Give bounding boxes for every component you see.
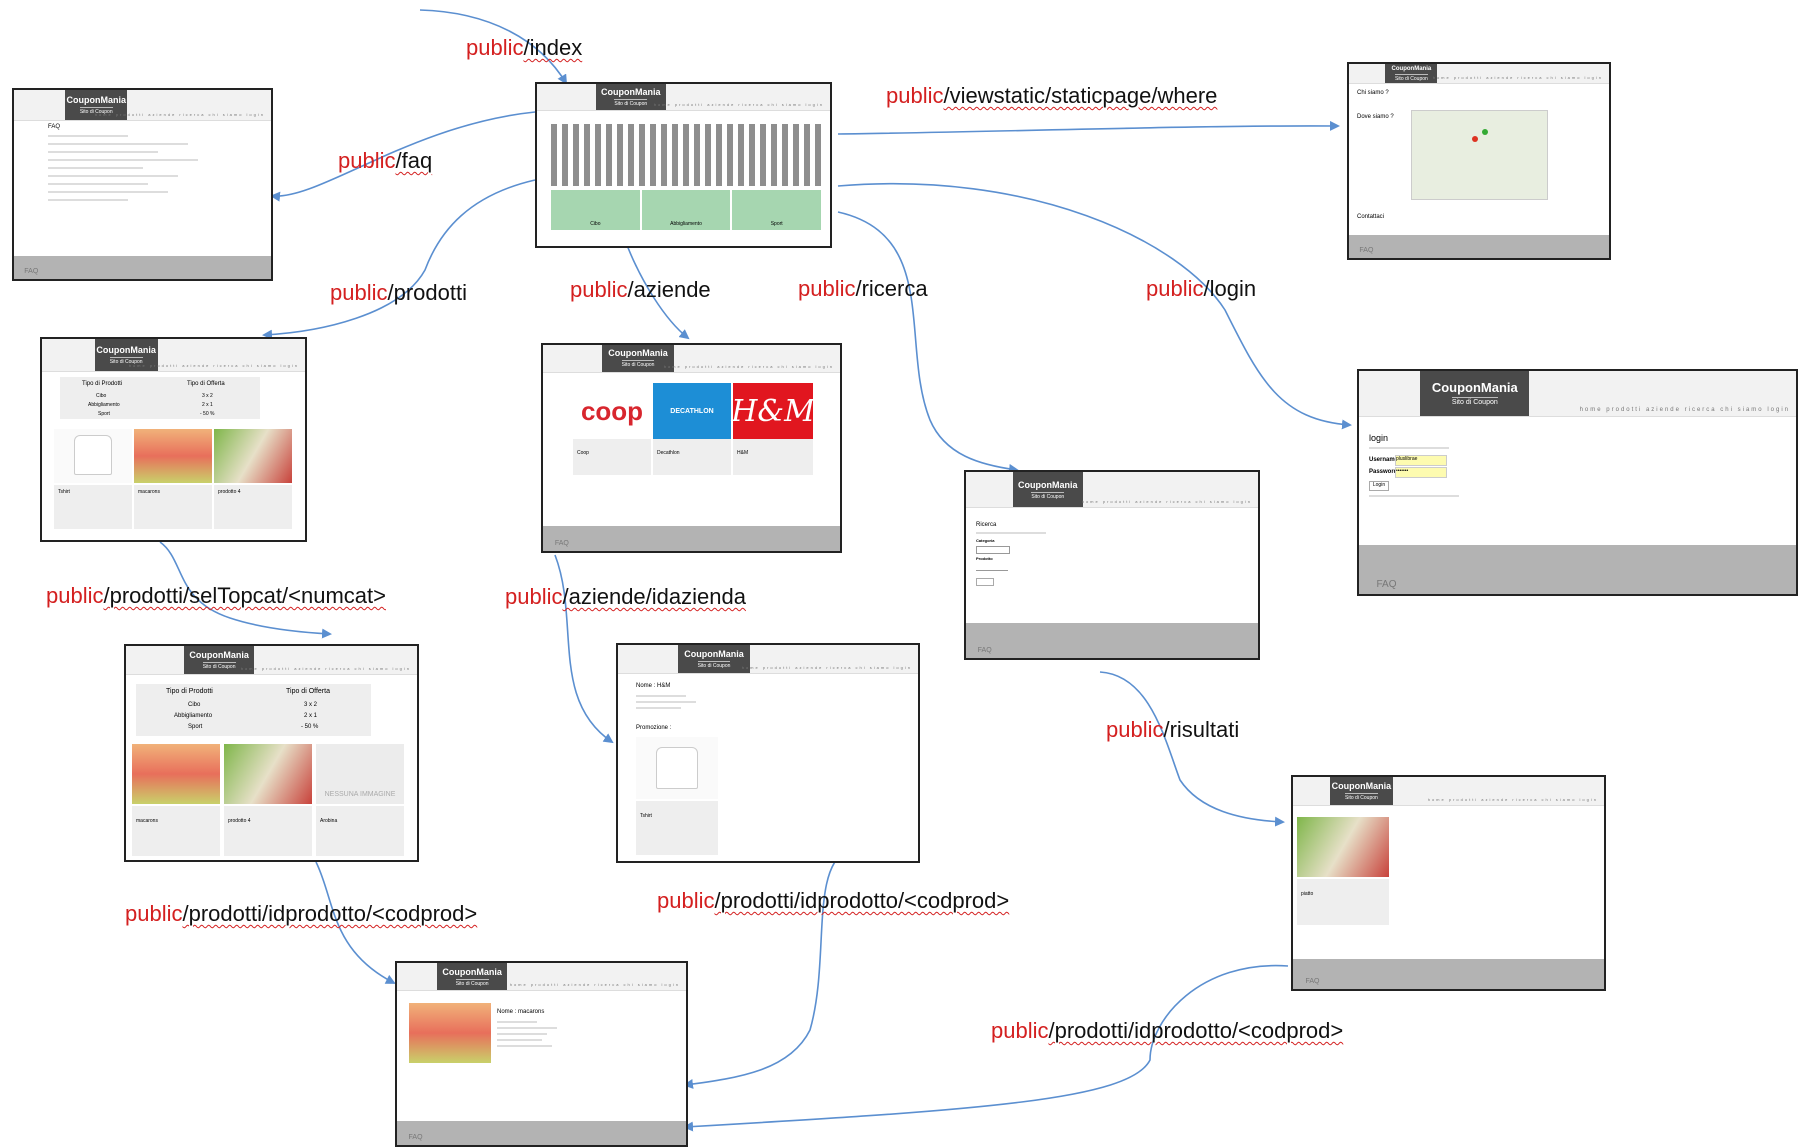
edge-idprodotto-b	[683, 849, 848, 1089]
page-seltopcat: CouponMania Sito di Coupon home prodotti a…	[124, 644, 419, 862]
ricerca-title: Ricerca	[976, 522, 997, 528]
brand-logo-wall	[551, 124, 821, 186]
page-index: CouponMania Sito di Coupon home prodotti a…	[535, 82, 832, 248]
product-image	[54, 429, 132, 483]
password-field[interactable]: •••••••	[1395, 467, 1447, 478]
login-title: login	[1369, 433, 1389, 443]
edge-label-faq: public/faq	[338, 148, 433, 173]
edge-label-index: public/index	[466, 35, 583, 60]
product-image	[409, 1003, 491, 1063]
product-image	[214, 429, 292, 483]
product-image	[224, 744, 312, 804]
edge-label-where: public/viewstatic/staticpage/where	[886, 83, 1218, 108]
map-image	[1411, 110, 1548, 200]
product-image	[134, 429, 212, 483]
categoria-select[interactable]	[976, 546, 1010, 554]
edge-label-seltop: public/prodotti/selTopcat/<numcat>	[46, 583, 386, 608]
page-ricerca: CouponMania Sito di Coupon home prodotti a…	[964, 470, 1260, 660]
edge-label-idazienda: public/aziende/idazienda	[505, 584, 746, 609]
edge-label-idprodotto-c: public/prodotti/idprodotto/<codprod>	[991, 1018, 1344, 1043]
product-image	[636, 737, 718, 799]
logo-hm: H&M	[731, 383, 815, 439]
dettaglio-name: Nome : macarons	[497, 1009, 545, 1015]
edge-label-idprodotto-a: public/prodotti/idprodotto/<codprod>	[125, 901, 478, 926]
page-azienda-detail: CouponMania Sito di Coupon home prodotti a…	[616, 643, 920, 863]
search-button[interactable]	[976, 578, 994, 586]
edge-risultati	[1099, 671, 1285, 827]
category-tile[interactable]: Cibo	[551, 190, 640, 230]
page-aziende: CouponMania Sito di Coupon home prodotti a…	[541, 343, 842, 553]
page-login: CouponMania Sito di Coupon home prodotti a…	[1357, 369, 1798, 596]
page-risultati: CouponMania Sito di Coupon home prodotti a…	[1291, 775, 1606, 991]
edge-label-ricerca: public/ricerca	[798, 276, 928, 301]
edge-where	[837, 120, 1340, 135]
logo-coop: coop	[580, 395, 644, 426]
edge-prodotti	[262, 179, 536, 340]
page-prodotti: CouponMania Sito di Coupon home prodotti a…	[40, 337, 307, 542]
azienda-name: Nome : H&M	[636, 683, 671, 689]
no-image-placeholder: NESSUNA IMMAGINE	[316, 744, 404, 804]
where-q1: Chi siamo ?	[1357, 90, 1389, 96]
edge-label-prodotti: public/prodotti	[330, 280, 467, 305]
username-field[interactable]: pluslibrae	[1395, 455, 1447, 466]
edge-label-idprodotto-b: public/prodotti/idprodotto/<codprod>	[657, 888, 1010, 913]
page-where: CouponMania Sito di Coupon home prodotti a…	[1347, 62, 1611, 260]
logo-decathlon: DECATHLON	[653, 383, 731, 439]
edge-label-risultati: public/risultati	[1106, 717, 1240, 742]
where-contact: Contattaci	[1357, 214, 1385, 220]
category-tile[interactable]: Abbigliamento	[641, 190, 731, 230]
where-q2: Dove siamo ?	[1357, 114, 1394, 120]
edge-login	[837, 182, 1352, 430]
edge-idprodotto-c	[683, 964, 1289, 1132]
faq-heading: FAQ	[48, 124, 61, 130]
page-faq: CouponMania Sito di Coupon home prodotti a…	[12, 88, 273, 281]
edge-label-aziende: public/aziende	[570, 277, 711, 302]
edge-label-login: public/login	[1146, 276, 1257, 301]
prodotto-input[interactable]	[976, 564, 1008, 571]
product-image	[132, 744, 220, 804]
edge-ricerca	[837, 211, 1019, 474]
page-dettaglio-prodotto: CouponMania Sito di Coupon home prodotti a…	[395, 961, 688, 1147]
category-tile[interactable]: Sport	[732, 190, 822, 230]
product-image	[1297, 817, 1389, 877]
login-button[interactable]: Login	[1369, 481, 1389, 491]
